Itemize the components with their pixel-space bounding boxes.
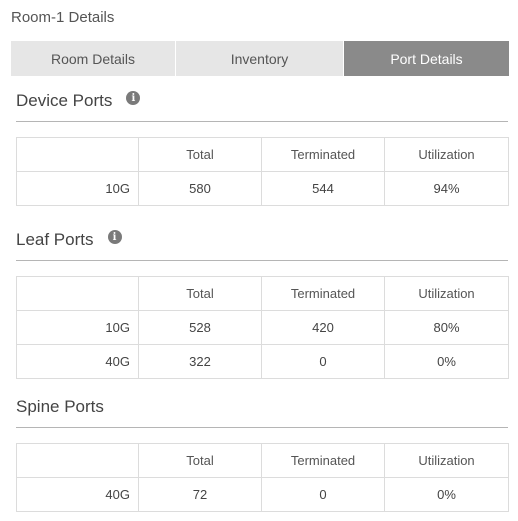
device-ports-label: Device Ports: [16, 91, 113, 110]
table-header-row: Total Terminated Utilization: [16, 137, 509, 172]
cell-total: 528: [138, 310, 262, 345]
divider: [16, 260, 508, 261]
cell-total: 580: [138, 171, 262, 206]
column-header-total: Total: [138, 137, 262, 172]
cell-utilization: 0%: [384, 344, 509, 379]
cell-utilization: 0%: [384, 477, 509, 512]
cell-terminated: 0: [261, 344, 385, 379]
spine-ports-label: Spine Ports: [16, 397, 104, 416]
spine-ports-title: Spine Ports: [16, 397, 104, 417]
row-speed: 10G: [16, 171, 139, 206]
column-header-utilization: Utilization: [384, 137, 509, 172]
table-row: 40G 72 0 0%: [16, 477, 509, 512]
leaf-ports-table: Total Terminated Utilization 10G 528 420…: [16, 276, 509, 379]
page-title: Room-1 Details: [11, 9, 115, 26]
row-speed: 40G: [16, 477, 139, 512]
column-header: [16, 443, 139, 478]
column-header: [16, 276, 139, 311]
tab-room-details[interactable]: Room Details: [11, 41, 176, 76]
column-header-utilization: Utilization: [384, 276, 509, 311]
tab-inventory[interactable]: Inventory: [176, 41, 344, 76]
column-header-terminated: Terminated: [261, 137, 385, 172]
table-row: 10G 580 544 94%: [16, 171, 509, 206]
divider: [16, 427, 508, 428]
tab-bar: Room Details Inventory Port Details: [11, 41, 509, 76]
cell-utilization: 94%: [384, 171, 509, 206]
cell-terminated: 544: [261, 171, 385, 206]
cell-terminated: 420: [261, 310, 385, 345]
column-header-utilization: Utilization: [384, 443, 509, 478]
leaf-ports-title: Leaf Ports i: [16, 230, 122, 250]
table-header-row: Total Terminated Utilization: [16, 276, 509, 311]
info-icon[interactable]: i: [126, 91, 141, 105]
device-ports-title: Device Ports i: [16, 91, 141, 111]
table-row: 10G 528 420 80%: [16, 310, 509, 345]
cell-total: 72: [138, 477, 262, 512]
info-icon[interactable]: i: [107, 230, 122, 244]
row-speed: 40G: [16, 344, 139, 379]
table-row: 40G 322 0 0%: [16, 344, 509, 379]
table-header-row: Total Terminated Utilization: [16, 443, 509, 478]
device-ports-table: Total Terminated Utilization 10G 580 544…: [16, 137, 509, 206]
cell-total: 322: [138, 344, 262, 379]
row-speed: 10G: [16, 310, 139, 345]
cell-utilization: 80%: [384, 310, 509, 345]
divider: [16, 121, 508, 122]
column-header-total: Total: [138, 276, 262, 311]
column-header: [16, 137, 139, 172]
tab-port-details[interactable]: Port Details: [344, 41, 509, 76]
leaf-ports-label: Leaf Ports: [16, 230, 94, 249]
column-header-terminated: Terminated: [261, 276, 385, 311]
cell-terminated: 0: [261, 477, 385, 512]
column-header-terminated: Terminated: [261, 443, 385, 478]
spine-ports-table: Total Terminated Utilization 40G 72 0 0%: [16, 443, 509, 512]
column-header-total: Total: [138, 443, 262, 478]
